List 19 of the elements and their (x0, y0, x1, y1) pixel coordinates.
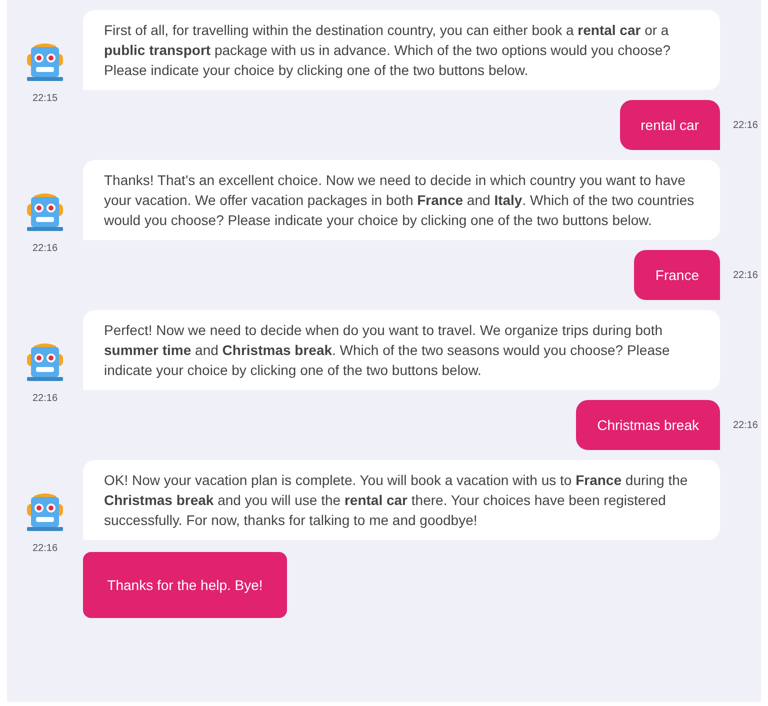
message-time: 22:15 (32, 92, 58, 106)
user-message: France (634, 250, 720, 300)
robot-icon (24, 191, 66, 233)
robot-icon (24, 41, 66, 83)
robot-icon (24, 491, 66, 533)
message-time: 22:16 (32, 392, 58, 406)
message-time: 22:16 (32, 242, 58, 256)
user-message: rental car (620, 100, 720, 150)
bot-message: OK! Now your vacation plan is complete. You will book a vacation with us to France during the Christmas break and you will use the rental car there. Your choices have been registered successfully. For now, thanks for talking to me and goodbye! (83, 460, 720, 540)
message-time: 22:16 (732, 268, 758, 282)
user-message: Christmas break (576, 400, 720, 450)
message-time: 22:16 (732, 418, 758, 432)
robot-icon (24, 341, 66, 383)
message-time: 22:16 (732, 118, 758, 132)
bot-message: First of all, for travelling within the destination country, you can either book a rental car or a public transport package with us in advance. Which of the two options would you choose? Please indicate your choice by clicking one of the two buttons below. (83, 10, 720, 90)
reply-button[interactable]: Thanks for the help. Bye! (83, 552, 287, 618)
bot-message: Thanks! That's an excellent choice. Now we need to decide in which country you want to have your vacation. We offer vacation packages in both France and Italy. Which of the two countries would you choose? Please indicate your choice by clicking one of the two buttons below. (83, 160, 720, 240)
bot-message: Perfect! Now we need to decide when do you want to travel. We organize trips during both summer time and Christmas break. Which of the two seasons would you choose? Please indicate your choice by clicking one of the two buttons below. (83, 310, 720, 390)
message-time: 22:16 (32, 542, 58, 556)
